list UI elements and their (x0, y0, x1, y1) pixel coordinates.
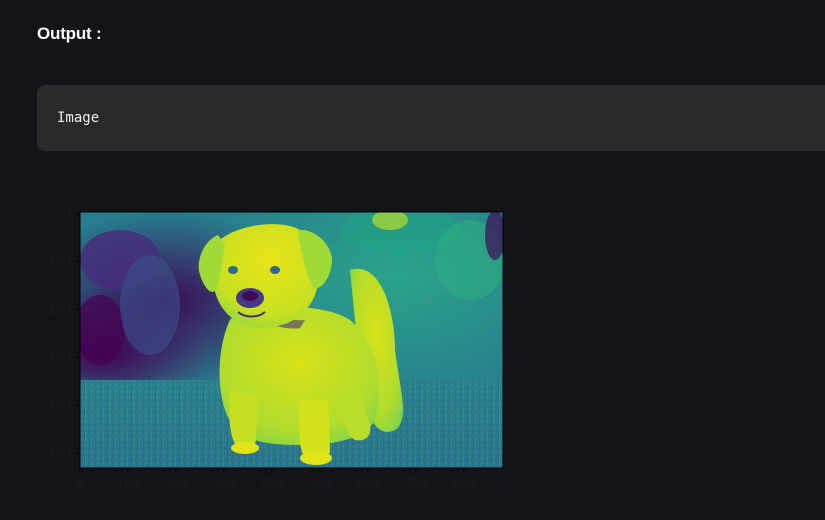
plot-figure: 0 100 200 300 400 500 0 100 200 300 400 … (48, 206, 504, 490)
code-output-block: Image (37, 85, 825, 151)
y-tick-label: 100 (48, 254, 71, 268)
notebook-page: Output : Image 0 100 200 300 400 500 0 1… (0, 0, 825, 520)
y-tick-label: 500 (48, 446, 71, 460)
x-tick-label: 400 (261, 476, 284, 490)
x-tick-label: 0 (76, 476, 84, 490)
x-tick-label: 700 (405, 476, 428, 490)
output-heading: Output : (37, 24, 102, 43)
code-output-text: Image (57, 110, 100, 126)
y-tick-label: 200 (48, 302, 71, 316)
x-tick-label: 100 (117, 476, 140, 490)
x-tick-label: 500 (309, 476, 332, 490)
y-tick-label: 0 (63, 206, 71, 220)
x-tick-label: 600 (357, 476, 380, 490)
x-tick-label: 200 (165, 476, 188, 490)
x-axis: 0 100 200 300 400 500 600 700 800 (76, 468, 475, 490)
x-tick-label: 300 (213, 476, 236, 490)
y-tick-label: 400 (48, 398, 71, 412)
puppy-image (80, 212, 503, 468)
x-tick-label: 800 (453, 476, 476, 490)
y-tick-label: 300 (48, 350, 71, 364)
y-axis: 0 100 200 300 400 500 (48, 206, 80, 460)
